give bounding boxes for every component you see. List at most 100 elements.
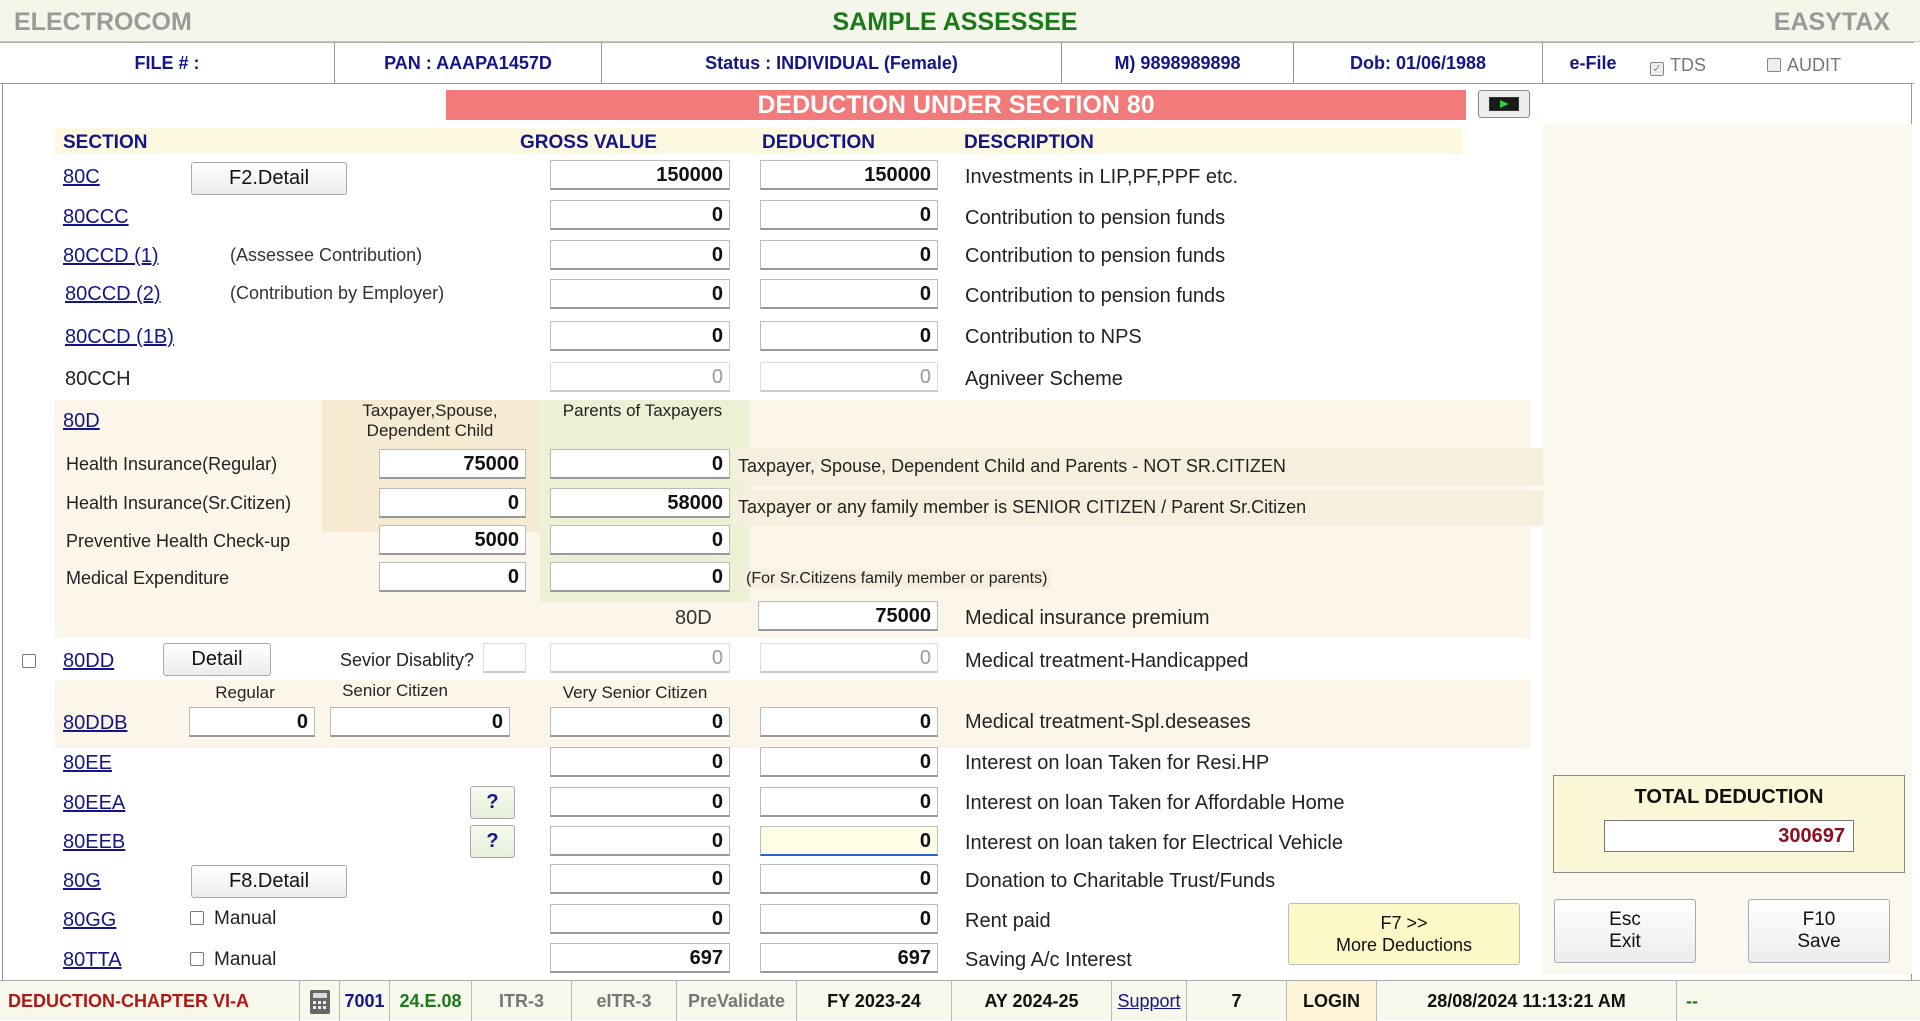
status-code: 7001 — [340, 981, 390, 1021]
section-80ddb-link[interactable]: 80DDB — [63, 712, 127, 735]
80ee-description: Interest on loan Taken for Resi.HP — [965, 752, 1270, 774]
80ccc-gross-input[interactable]: 0 — [550, 200, 730, 230]
save-label: Save — [1797, 931, 1841, 952]
exit-label: Exit — [1609, 931, 1641, 952]
total-deduction-value: 300697 — [1604, 820, 1854, 852]
itr-form[interactable]: ITR-3 — [472, 981, 572, 1021]
section-80eea-link[interactable]: 80EEA — [63, 792, 125, 815]
80cch-gross-input[interactable]: 0 — [550, 362, 730, 392]
80eea-gross-input[interactable]: 0 — [550, 787, 730, 817]
80eeb-deduction-input[interactable]: 0 — [760, 826, 938, 856]
support-link[interactable]: Support — [1112, 981, 1187, 1021]
prevalidate-button[interactable]: PreValidate — [677, 981, 797, 1021]
audit-label: AUDIT — [1787, 55, 1841, 75]
80g-gross-input[interactable]: 0 — [550, 864, 730, 894]
section-80ee-link[interactable]: 80EE — [63, 752, 112, 775]
80eea-help-button[interactable]: ? — [470, 786, 515, 819]
80dd-gross-input[interactable]: 0 — [550, 643, 730, 673]
80ddb-regular-input[interactable]: 0 — [189, 707, 315, 737]
checkbox-empty-icon — [1767, 58, 1781, 72]
section-80cch-label: 80CCH — [65, 368, 131, 390]
80g-deduction-input[interactable]: 0 — [760, 864, 938, 894]
80ccd2-deduction-input[interactable]: 0 — [760, 279, 938, 309]
80ccd1-gross-input[interactable]: 0 — [550, 240, 730, 270]
section-80eeb-link[interactable]: 80EEB — [63, 831, 125, 854]
video-button[interactable] — [1478, 90, 1530, 118]
80eeb-gross-input[interactable]: 0 — [550, 826, 730, 856]
80eea-deduction-input[interactable]: 0 — [760, 787, 938, 817]
80d-regular-self-input[interactable]: 75000 — [379, 449, 526, 479]
section-80ccd2-link[interactable]: 80CCD (2) — [65, 283, 161, 306]
section-80d-link[interactable]: 80D — [63, 410, 100, 433]
80ccd1b-deduction-input[interactable]: 0 — [760, 321, 938, 351]
80tta-gross-input[interactable]: 697 — [550, 943, 730, 973]
80tta-deduction-input[interactable]: 697 — [760, 943, 938, 973]
f8-detail-button[interactable]: F8.Detail — [191, 865, 347, 898]
calculator-icon[interactable] — [300, 981, 340, 1021]
audit-checkbox[interactable]: AUDIT — [1767, 55, 1841, 76]
date-time: 28/08/2024 11:13:21 AM — [1377, 981, 1677, 1021]
80ccd2-gross-input[interactable]: 0 — [550, 279, 730, 309]
80gg-gross-input[interactable]: 0 — [550, 904, 730, 934]
file-number: FILE # : — [0, 43, 335, 83]
exit-button[interactable]: Esc Exit — [1554, 899, 1696, 963]
80d-medical-self-input[interactable]: 0 — [379, 562, 526, 592]
80d-checkup-parents-input[interactable]: 0 — [550, 525, 730, 555]
80eeb-help-button[interactable]: ? — [470, 825, 515, 858]
login-button[interactable]: LOGIN — [1287, 981, 1377, 1021]
efile-label: e-File — [1569, 53, 1617, 73]
80dd-detail-button[interactable]: Detail — [163, 643, 271, 676]
80ddb-regular-label: Regular — [215, 683, 275, 702]
section-80ccd1b-link[interactable]: 80CCD (1B) — [65, 326, 174, 349]
80ccd1-description: Contribution to pension funds — [965, 245, 1226, 267]
80ccd1-note: (Assessee Contribution) — [230, 245, 423, 265]
80ee-deduction-input[interactable]: 0 — [760, 747, 938, 777]
80tta-manual-checkbox[interactable] — [190, 952, 204, 966]
80ddb-senior-input[interactable]: 0 — [330, 707, 510, 737]
80d-medical-parents-input[interactable]: 0 — [550, 562, 730, 592]
80d-regular-parents-input[interactable]: 0 — [550, 449, 730, 479]
80dd-deduction-input[interactable]: 0 — [760, 643, 938, 673]
severe-disability-input[interactable] — [483, 643, 526, 673]
section-80ccd1-link[interactable]: 80CCD (1) — [63, 245, 159, 268]
80c-gross-input[interactable]: 150000 — [550, 160, 730, 190]
80gg-deduction-input[interactable]: 0 — [760, 904, 938, 934]
80ccc-deduction-input[interactable]: 0 — [760, 200, 938, 230]
tds-checkbox[interactable]: ✓ TDS — [1650, 55, 1706, 76]
80d-line-label: Medical Expenditure — [66, 568, 230, 588]
80c-deduction-input[interactable]: 150000 — [760, 160, 938, 190]
f2-detail-button[interactable]: F2.Detail — [191, 162, 347, 195]
80cch-deduction-input[interactable]: 0 — [760, 362, 938, 392]
section-80g-link[interactable]: 80G — [63, 870, 101, 893]
80tta-manual-label: Manual — [214, 949, 277, 970]
80ccd1-deduction-input[interactable]: 0 — [760, 240, 938, 270]
section-80ccc-link[interactable]: 80CCC — [63, 206, 129, 229]
eitr-form[interactable]: eITR-3 — [572, 981, 677, 1021]
80d-checkup-self-input[interactable]: 5000 — [379, 525, 526, 555]
more-deductions-label: More Deductions — [1335, 935, 1473, 955]
80d-description: Medical insurance premium — [965, 607, 1210, 629]
80ee-gross-input[interactable]: 0 — [550, 747, 730, 777]
80ddb-deduction-input[interactable]: 0 — [760, 707, 938, 737]
check-icon: ✓ — [1650, 62, 1664, 76]
status-number: 7 — [1187, 981, 1287, 1021]
80dd-checkbox[interactable] — [22, 654, 36, 668]
80ddb-gross-input[interactable]: 0 — [550, 707, 730, 737]
80ccd1b-gross-input[interactable]: 0 — [550, 321, 730, 351]
save-button[interactable]: F10 Save — [1748, 899, 1890, 963]
total-deduction-label: TOTAL DEDUCTION — [1634, 786, 1824, 808]
80d-total-input[interactable]: 75000 — [758, 601, 938, 631]
80ccd2-note: (Contribution by Employer) — [230, 283, 445, 303]
80d-senior-self-input[interactable]: 0 — [379, 488, 526, 518]
80d-senior-parents-input[interactable]: 58000 — [550, 488, 730, 518]
section-80gg-link[interactable]: 80GG — [63, 909, 116, 932]
80cch-description: Agniveer Scheme — [965, 368, 1123, 390]
more-deductions-button[interactable]: F7 >> More Deductions — [1288, 903, 1520, 965]
80gg-manual-checkbox[interactable] — [190, 911, 204, 925]
header-section: SECTION — [63, 132, 148, 153]
section-80c-link[interactable]: 80C — [63, 166, 100, 189]
mobile-number: M) 9898989898 — [1062, 43, 1294, 83]
section-80dd-link[interactable]: 80DD — [63, 650, 114, 673]
section-80tta-link[interactable]: 80TTA — [63, 949, 122, 972]
80g-description: Donation to Charitable Trust/Funds — [965, 870, 1276, 892]
